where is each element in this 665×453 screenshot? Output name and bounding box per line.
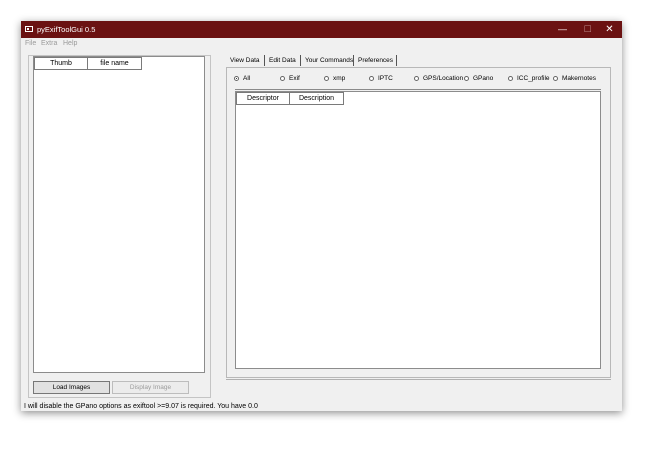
filter-icc-profile-label: ICC_profile — [517, 75, 550, 82]
tab-divider — [353, 55, 354, 66]
column-descriptor[interactable]: Descriptor — [236, 92, 290, 105]
pane-bottom-border — [226, 379, 611, 380]
radio-icon — [414, 76, 419, 81]
radio-icon — [369, 76, 374, 81]
column-description[interactable]: Description — [289, 92, 344, 105]
app-window: pyExifToolGui 0.5 — ☐ ✕ File Extra Help … — [21, 21, 622, 411]
menu-bar: File Extra Help — [21, 38, 622, 50]
tab-preferences[interactable]: Preferences — [358, 55, 393, 66]
filter-gps-location-label: GPS/Location — [423, 75, 464, 82]
tab-divider — [396, 55, 397, 66]
window-title: pyExifToolGui 0.5 — [37, 25, 96, 34]
title-bar: pyExifToolGui 0.5 — ☐ ✕ — [21, 21, 622, 38]
radio-icon — [553, 76, 558, 81]
menu-file[interactable]: File — [25, 40, 36, 47]
tab-view-data[interactable]: View Data — [230, 55, 260, 66]
tab-divider — [264, 55, 265, 66]
radio-checked-icon — [234, 76, 239, 81]
filter-divider — [235, 89, 601, 90]
status-bar-message: I will disable the GPano options as exif… — [24, 403, 258, 410]
tab-your-commands[interactable]: Your Commands — [305, 55, 353, 66]
radio-icon — [508, 76, 513, 81]
filter-exif-label: Exif — [289, 75, 300, 82]
column-thumb[interactable]: Thumb — [34, 57, 88, 70]
tab-edit-data[interactable]: Edit Data — [269, 55, 296, 66]
radio-icon — [324, 76, 329, 81]
filter-makernotes-label: Makernotes — [562, 75, 596, 82]
load-images-button[interactable]: Load Images — [33, 381, 110, 394]
radio-icon — [464, 76, 469, 81]
display-image-button[interactable]: Display Image — [112, 381, 189, 394]
file-list[interactable]: Thumb file name — [33, 56, 205, 373]
radio-icon — [280, 76, 285, 81]
column-file-name[interactable]: file name — [87, 57, 142, 70]
filter-iptc-label: IPTC — [378, 75, 393, 82]
metadata-table[interactable]: Descriptor Description — [235, 91, 601, 369]
filter-all-label: All — [243, 75, 251, 82]
close-button[interactable]: ✕ — [597, 21, 622, 38]
menu-help[interactable]: Help — [63, 40, 77, 47]
app-icon — [25, 26, 33, 32]
menu-extra[interactable]: Extra — [41, 40, 57, 47]
tab-divider — [300, 55, 301, 66]
filter-xmp-label: xmp — [333, 75, 346, 82]
filter-gpano-label: GPano — [473, 75, 494, 82]
minimize-button[interactable]: — — [550, 21, 575, 38]
